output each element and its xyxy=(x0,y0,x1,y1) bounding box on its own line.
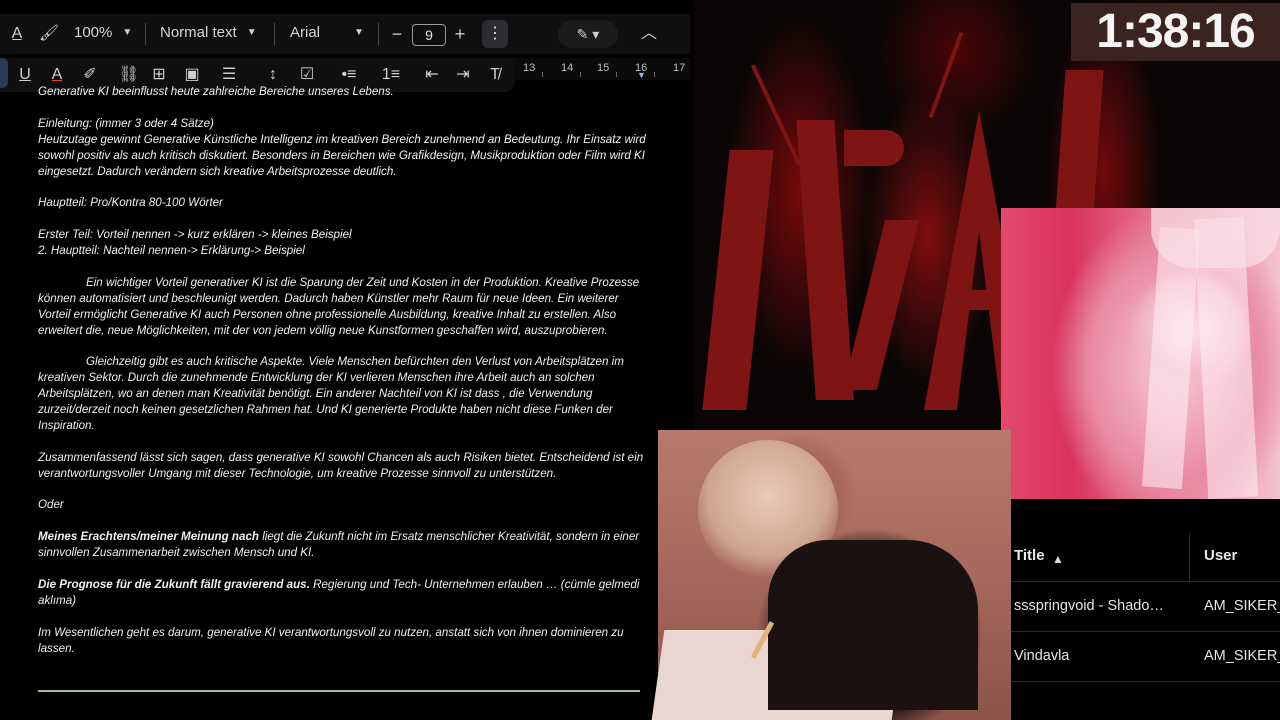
prognose-bold: Die Prognose für die Zukunft fällt gravi… xyxy=(38,577,310,591)
docs-toolbar: A̲ 🖌 100% ▼ Normal text ▼ Arial ▼ − 9 + … xyxy=(0,14,690,54)
timer-text: 1:38:16 xyxy=(1096,5,1255,58)
final-paragraph: Im Wesentlichen geht es darum, generativ… xyxy=(38,625,624,655)
logo-stroke xyxy=(928,32,964,118)
highlight-icon[interactable]: ✐ xyxy=(79,65,101,85)
chevron-down-icon: ▼ xyxy=(246,27,257,38)
ruler-mark: 14 xyxy=(561,62,574,74)
ruler-tick xyxy=(654,72,655,77)
increase-indent-icon[interactable]: ⇥ xyxy=(452,65,474,85)
ruler-mark: 17 xyxy=(673,62,686,74)
row-divider xyxy=(1011,631,1280,632)
opinion-bold: Meines Erachtens/meiner Meinung nach xyxy=(38,530,259,544)
bulleted-list-icon[interactable]: •≡ xyxy=(338,65,360,85)
table-cell-title[interactable]: ssspringvoid - Shado… xyxy=(1014,598,1164,614)
align-left-icon[interactable]: ☰ xyxy=(218,65,240,85)
style-select[interactable]: Normal text ▼ xyxy=(160,24,257,41)
pro-paragraph: Ein wichtiger Vorteil generativer KI ist… xyxy=(38,275,640,337)
numbered-list-icon[interactable]: 1≡ xyxy=(380,65,402,85)
ruler-mark: 13 xyxy=(523,62,536,74)
main-label: Hauptteil: Pro/Kontra 80-100 Wörter xyxy=(38,196,223,210)
insert-image-icon[interactable]: ▣ xyxy=(181,65,203,85)
chevron-down-icon: ▼ xyxy=(122,27,133,38)
font-size-input[interactable]: 9 xyxy=(412,24,446,46)
toolbar-divider xyxy=(145,23,146,45)
row-divider xyxy=(1011,681,1280,682)
column-header-title[interactable]: Title xyxy=(1014,547,1045,564)
table-cell-user[interactable]: AM_SIKER_ xyxy=(1204,598,1280,614)
ruler-mark: 15 xyxy=(597,62,610,74)
intro-paragraph: Heutzutage gewinnt Generative Künstliche… xyxy=(38,132,646,178)
webcam-photo xyxy=(651,430,1011,720)
anime-artwork xyxy=(1001,208,1280,500)
document-body[interactable]: Generative KI beeinflusst heute zahlreic… xyxy=(38,84,646,656)
line-spacing-icon[interactable]: ↕ xyxy=(262,65,284,85)
row-divider xyxy=(1011,581,1280,582)
decrease-font-size-button[interactable]: − xyxy=(386,24,408,44)
chevron-down-icon: ▼ xyxy=(354,27,364,38)
ruler-tick xyxy=(616,72,617,77)
ruler[interactable]: 13 14 15 16 17 ▼ xyxy=(515,58,690,80)
editing-mode-button[interactable]: ✎ ▾ xyxy=(558,20,618,48)
second-part-note: 2. Hauptteil: Nachteil nennen-> Erklärun… xyxy=(38,244,305,258)
zoom-value: 100% xyxy=(74,24,113,41)
first-part-note: Erster Teil: Vorteil nennen -> kurz erkl… xyxy=(38,228,352,242)
underline-icon[interactable]: U xyxy=(14,65,36,85)
bonnet xyxy=(1151,208,1280,268)
collapse-toolbar-icon[interactable]: ︿ xyxy=(638,24,660,44)
indent-marker-icon[interactable]: ▼ xyxy=(637,70,646,80)
logo-stroke xyxy=(844,130,904,166)
opinion-paragraph: Meines Erachtens/meiner Meinung nach lie… xyxy=(38,529,646,561)
font-select[interactable]: Arial ▼ xyxy=(290,24,364,41)
clear-formatting-icon[interactable]: T̸ xyxy=(484,65,506,85)
doc-title: Generative KI beeinflusst heute zahlreic… xyxy=(38,85,394,98)
toolbar-divider xyxy=(274,23,275,45)
spellcheck-icon[interactable]: A̲ xyxy=(6,24,28,44)
timer-overlay: 1:38:16 xyxy=(1071,3,1280,61)
ruler-tick xyxy=(542,72,543,77)
conclusion-paragraph: Zusammenfassend lässt sich sagen, dass g… xyxy=(38,450,644,480)
checklist-icon[interactable]: ☑ xyxy=(296,65,318,85)
toolbar-divider xyxy=(378,23,379,45)
increase-font-size-button[interactable]: + xyxy=(449,24,471,44)
prognose-paragraph: Die Prognose für die Zukunft fällt gravi… xyxy=(38,577,646,609)
paint-format-icon[interactable]: 🖌 xyxy=(38,24,60,44)
intro-label: Einleitung: (immer 3 oder 4 Sätze) xyxy=(38,116,214,130)
add-comment-icon[interactable]: ⊞ xyxy=(148,65,170,85)
contra-paragraph: Gleichzeitig gibt es auch kritische Aspe… xyxy=(38,355,624,432)
person-body xyxy=(768,540,978,710)
text-color-icon[interactable]: A xyxy=(46,65,68,85)
column-header-user[interactable]: User xyxy=(1204,547,1237,564)
oder-text: Oder xyxy=(38,498,64,512)
zoom-select[interactable]: 100% ▼ xyxy=(74,24,132,41)
logo-stroke xyxy=(842,220,920,390)
link-icon[interactable]: ⛓ xyxy=(118,65,140,85)
document-divider xyxy=(38,690,640,692)
song-queue-table: Title User ssspringvoid - Shado… AM_SIKE… xyxy=(1011,499,1280,720)
logo-stroke xyxy=(702,150,774,410)
mouse-cursor-icon: ▲ xyxy=(1052,552,1064,566)
style-value: Normal text xyxy=(160,24,237,41)
decrease-indent-icon[interactable]: ⇤ xyxy=(421,65,443,85)
table-cell-user[interactable]: AM_SIKER_ xyxy=(1204,648,1280,664)
column-divider xyxy=(1189,533,1190,581)
more-options-button[interactable]: ⋮ xyxy=(482,20,508,48)
table-cell-title[interactable]: Vindavla xyxy=(1014,648,1069,664)
ruler-tick xyxy=(580,72,581,77)
font-value: Arial xyxy=(290,24,321,41)
logo-stroke xyxy=(964,290,1004,310)
active-format-indicator xyxy=(0,58,8,88)
